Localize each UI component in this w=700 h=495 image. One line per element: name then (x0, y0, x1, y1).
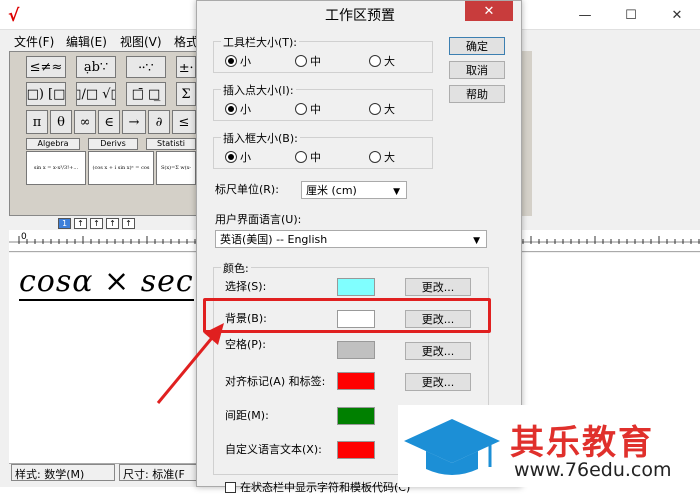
dialog-close-button[interactable]: ✕ (465, 1, 513, 21)
menu-file[interactable]: 文件(F) (14, 33, 54, 50)
change-selection-color-button[interactable]: 更改... (405, 278, 471, 296)
sums-palette-button[interactable]: Σ (176, 82, 196, 106)
tab-center-button[interactable]: ↑ (74, 218, 87, 229)
color-swatch-alignment-marks (337, 372, 375, 390)
watermark-url: www.76edu.com (514, 459, 672, 481)
change-alignment-marks-color-button[interactable]: 更改... (405, 373, 471, 391)
chevron-down-icon: ▼ (473, 236, 480, 246)
graduation-cap-icon (404, 419, 500, 475)
menu-view[interactable]: 视图(V) (120, 33, 162, 50)
radio-circle (369, 103, 381, 115)
fences-palette-button[interactable]: (□) [□] (26, 82, 66, 106)
partial-symbol-button[interactable]: ∂ (148, 110, 170, 134)
radio-circle (295, 55, 307, 67)
element-of-symbol-button[interactable]: ∈ (98, 110, 120, 134)
watermark-brand: 其乐教育 (510, 423, 654, 463)
radio-circle (225, 103, 237, 115)
insertion-point-small-radio[interactable]: 小 (225, 101, 251, 117)
color-swatch-empty-slot (337, 341, 375, 359)
bars-palette-button[interactable]: □̄ □̲ (126, 82, 166, 106)
color-label-alignment-marks: 对齐标记(A) 和标签: (225, 375, 326, 388)
menu-format[interactable]: 格式 (174, 33, 198, 50)
ui-language-select[interactable]: 英语(美国) -- English ▼ (215, 230, 487, 248)
show-codes-checkbox[interactable]: 在状态栏中显示字符和模板代码(C) (225, 479, 410, 495)
leq-symbol-button[interactable]: ≤ (172, 110, 196, 134)
help-button[interactable]: 帮助 (449, 85, 505, 103)
status-size: 尺寸: 标准(F (119, 464, 203, 481)
spaces-palette-button[interactable]: ạb∵ (76, 56, 116, 78)
insertion-box-medium-radio[interactable]: 中 (295, 149, 321, 165)
color-label-spacing: 间距(M): (225, 409, 269, 422)
insertion-point-medium-radio[interactable]: 中 (295, 101, 321, 117)
color-swatch-custom-language-text (337, 441, 375, 459)
colors-group-label: 颜色: (221, 260, 251, 276)
operators-palette-button[interactable]: ±⸱ (176, 56, 196, 78)
highlight-box-background-row (203, 298, 491, 333)
ruler-unit-select[interactable]: 厘米 (cm) ▼ (301, 181, 407, 199)
cancel-button[interactable]: 取消 (449, 61, 505, 79)
color-swatch-spacing (337, 407, 375, 425)
radio-circle (295, 151, 307, 163)
toolbar-size-medium-radio[interactable]: 中 (295, 53, 321, 69)
ok-button[interactable]: 确定 (449, 37, 505, 55)
relations-palette-button[interactable]: ≤≠≈ (26, 56, 66, 78)
infinity-symbol-button[interactable]: ∞ (74, 110, 96, 134)
radio-circle (225, 55, 237, 67)
tab-statistics[interactable]: Statisti (146, 138, 196, 150)
insertion-box-small-radio[interactable]: 小 (225, 149, 251, 165)
fractions-palette-button[interactable]: □/□ √□ (76, 82, 116, 106)
mathtype-logo-icon: √ (8, 6, 20, 26)
app-close-button[interactable]: ✕ (654, 0, 700, 30)
maximize-button[interactable]: ☐ (608, 0, 654, 30)
tab-derivs[interactable]: Derivs (88, 138, 138, 150)
ruler-unit-label: 标尺单位(R): (215, 183, 279, 196)
chevron-down-icon: ▼ (393, 187, 400, 197)
color-swatch-selection (337, 278, 375, 296)
radio-circle (295, 103, 307, 115)
tab-left-button[interactable]: 1 (58, 218, 71, 229)
insertion-point-size-label: 插入点大小(I): (221, 82, 296, 98)
insertion-box-large-radio[interactable]: 大 (369, 149, 395, 165)
embellishments-palette-button[interactable]: ⸱⸱∵ (126, 56, 166, 78)
equation-text: cosα × sec (19, 264, 194, 301)
tab-right-button[interactable]: ↑ (90, 218, 103, 229)
template-sum[interactable]: S(x)=Σ w(x- (156, 151, 196, 185)
minimize-button[interactable]: — (562, 0, 608, 30)
insertion-point-large-radio[interactable]: 大 (369, 101, 395, 117)
checkbox-box (225, 481, 236, 493)
color-label-custom-language-text: 自定义语言文本(X): (225, 443, 322, 456)
color-label-empty-slot: 空格(P): (225, 338, 266, 351)
toolbar-size-label: 工具栏大小(T): (221, 34, 300, 50)
ui-language-label: 用户界面语言(U): (215, 213, 302, 226)
toolbar-size-large-radio[interactable]: 大 (369, 53, 395, 69)
tab-decimal-button[interactable]: ↑ (122, 218, 135, 229)
symbol-palette: ≤≠≈ ạb∵ ⸱⸱∵ ±⸱ (□) [□] □/□ √□ □̄ □̲ Σ π … (9, 51, 197, 216)
pi-symbol-button[interactable]: π (26, 110, 48, 134)
change-empty-slot-color-button[interactable]: 更改... (405, 342, 471, 360)
theta-symbol-button[interactable]: θ (50, 110, 72, 134)
color-label-selection: 选择(S): (225, 280, 267, 293)
radio-circle (369, 55, 381, 67)
toolbar-size-small-radio[interactable]: 小 (225, 53, 251, 69)
watermark: 其乐教育 www.76edu.com (398, 405, 700, 487)
ruler-zero-label: 0 (21, 232, 27, 242)
tab-relational-button[interactable]: ↑ (106, 218, 119, 229)
template-taylor-series[interactable]: sin x = x-x³/3!+... (26, 151, 86, 185)
tab-algebra[interactable]: Algebra (26, 138, 80, 150)
menu-edit[interactable]: 编辑(E) (66, 33, 107, 50)
radio-circle (225, 151, 237, 163)
arrow-symbol-button[interactable]: → (122, 110, 146, 134)
radio-circle (369, 151, 381, 163)
red-arrow-annotation (156, 323, 224, 404)
insertion-box-size-label: 插入框大小(B): (221, 130, 300, 146)
status-style: 样式: 数学(M) (11, 464, 115, 481)
template-de-moivre[interactable]: (cos x + i sin x)ⁿ = cos (88, 151, 154, 185)
